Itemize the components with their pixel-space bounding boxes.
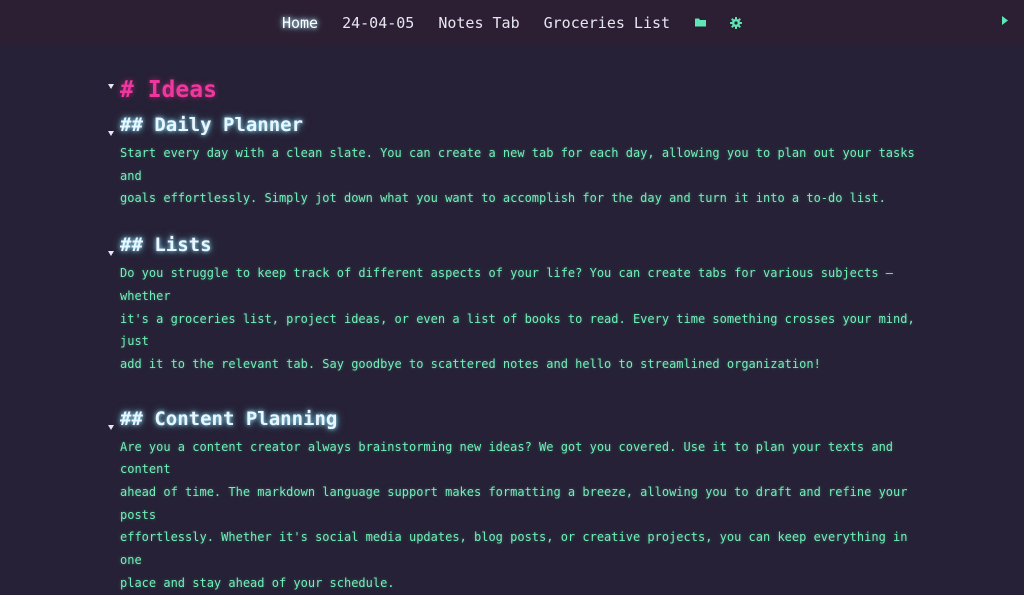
- gear-icon[interactable]: [728, 15, 744, 31]
- caret-down-icon[interactable]: [108, 415, 116, 430]
- document-title: # Ideas: [120, 77, 217, 103]
- section-body: Do you struggle to keep track of differe…: [120, 266, 915, 371]
- section-content-planning: ## Content Planning Are you a content cr…: [108, 402, 920, 595]
- document-body: # Ideas ## Daily Planner Start every day…: [108, 72, 920, 595]
- caret-down-icon[interactable]: [108, 74, 116, 89]
- caret-down-icon[interactable]: [108, 121, 116, 136]
- section-body: Are you a content creator always brainst…: [120, 439, 908, 590]
- section-ideas: # Ideas: [108, 72, 920, 108]
- section-heading: ## Content Planning: [120, 407, 338, 430]
- tab-notes[interactable]: Notes Tab: [438, 14, 519, 32]
- chevron-right-icon[interactable]: [1000, 13, 1010, 27]
- section-heading: ## Lists: [120, 234, 212, 257]
- tab-24-04-05[interactable]: 24-04-05: [342, 14, 414, 32]
- section-daily-planner: ## Daily Planner Start every day with a …: [108, 108, 920, 210]
- section-heading: ## Daily Planner: [120, 114, 304, 136]
- section-body: Start every day with a clean slate. You …: [120, 146, 915, 206]
- folder-icon[interactable]: [692, 15, 708, 31]
- tab-bar: Home 24-04-05 Notes Tab Groceries List: [0, 0, 1024, 45]
- caret-down-icon[interactable]: [108, 241, 116, 257]
- section-lists: ## Lists Do you struggle to keep track o…: [108, 228, 920, 376]
- tab-groceries-list[interactable]: Groceries List: [544, 14, 670, 32]
- tab-home[interactable]: Home: [282, 14, 318, 32]
